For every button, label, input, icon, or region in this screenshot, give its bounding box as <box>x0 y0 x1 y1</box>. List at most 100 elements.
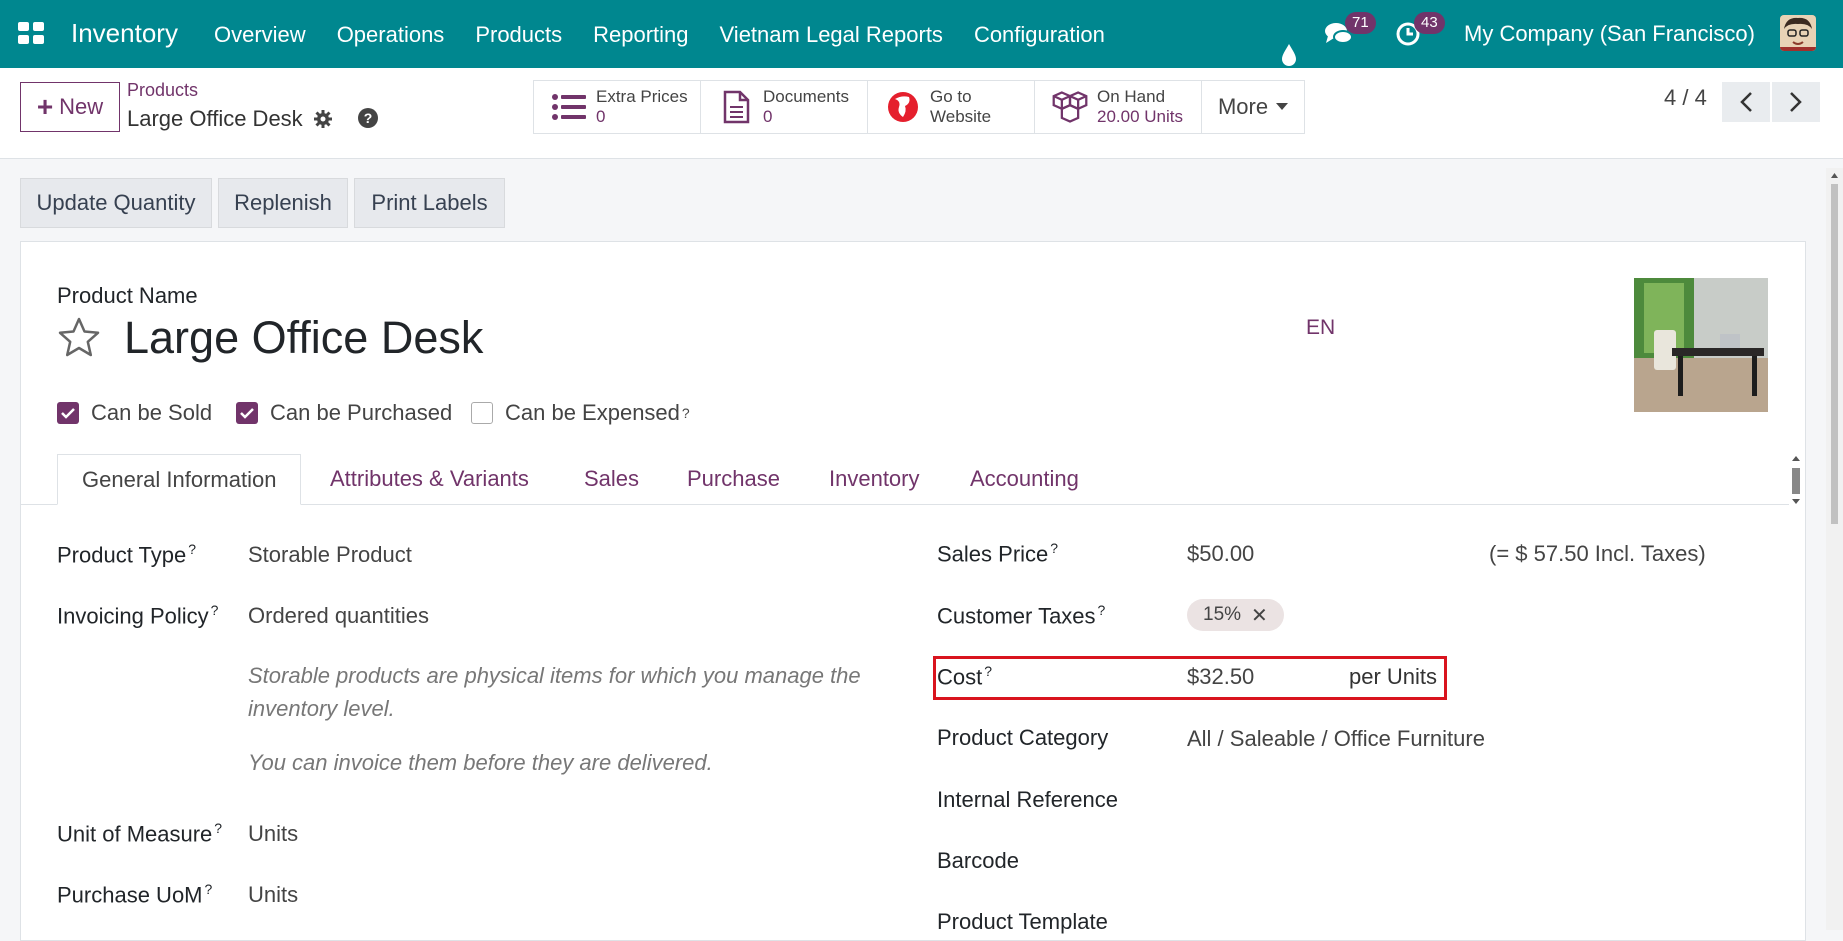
tax-tag-label: 15% <box>1203 604 1242 625</box>
extra-prices-value: 0 <box>596 107 606 126</box>
product-type-label: Product Type? <box>57 541 196 568</box>
checkbox-checked-icon <box>236 402 258 424</box>
form-sheet: Product Name Large Office Desk EN Can be… <box>20 241 1806 941</box>
sales-price-label: Sales Price? <box>937 540 1058 567</box>
help-tooltip-icon[interactable]: ? <box>205 881 213 897</box>
help-tooltip-icon[interactable]: ? <box>682 405 690 421</box>
purchase-uom-field[interactable]: Units <box>248 882 298 908</box>
pager-next[interactable] <box>1772 82 1820 122</box>
menu-overview[interactable]: Overview <box>214 22 306 48</box>
menu-operations[interactable]: Operations <box>337 22 445 48</box>
scrollbar-thumb[interactable] <box>1831 184 1838 524</box>
apps-menu-icon[interactable] <box>18 22 44 44</box>
can-be-sold-checkbox[interactable]: Can be Sold <box>57 400 212 426</box>
tab-purchase[interactable]: Purchase <box>687 454 780 504</box>
can-be-purchased-checkbox[interactable]: Can be Purchased <box>236 400 452 426</box>
on-hand-button[interactable]: On Hand 20.00 Units <box>1035 81 1202 133</box>
menu-configuration[interactable]: Configuration <box>974 22 1105 48</box>
svg-text:?: ? <box>364 110 373 126</box>
product-category-label: Product Category <box>937 725 1109 750</box>
gear-icon[interactable] <box>313 109 333 129</box>
can-be-expensed-checkbox[interactable]: Can be Expensed? <box>471 400 690 426</box>
update-quantity-button[interactable]: Update Quantity <box>20 178 212 228</box>
star-icon[interactable] <box>57 316 101 358</box>
new-button-label: New <box>59 94 104 119</box>
cost-field[interactable]: $32.50 <box>1187 664 1254 690</box>
menu-products[interactable]: Products <box>475 22 562 48</box>
tab-sales[interactable]: Sales <box>584 454 639 504</box>
documents-button[interactable]: Documents 0 <box>701 81 868 133</box>
chevron-right-icon <box>1790 92 1802 112</box>
menu-reporting[interactable]: Reporting <box>593 22 688 48</box>
product-image[interactable] <box>1634 278 1768 412</box>
product-name-field[interactable]: Large Office Desk <box>124 312 483 364</box>
globe-icon <box>884 90 922 124</box>
product-template-label: Product Template <box>937 909 1108 934</box>
tax-tag: 15% ✕ <box>1187 599 1284 631</box>
tab-accounting[interactable]: Accounting <box>970 454 1079 504</box>
documents-value: 0 <box>763 107 773 126</box>
customer-taxes-label-text: Customer Taxes <box>937 603 1096 629</box>
main-menu: Overview Operations Products Reporting V… <box>214 22 1136 48</box>
documents-label: Documents <box>763 87 849 106</box>
new-button[interactable]: + New <box>20 82 120 132</box>
sales-price-field[interactable]: $50.00 <box>1187 541 1254 567</box>
language-button[interactable]: EN <box>1306 316 1335 340</box>
sales-price-label-text: Sales Price <box>937 541 1049 567</box>
company-switcher[interactable]: My Company (San Francisco) <box>1464 21 1755 47</box>
document-icon <box>717 90 755 124</box>
go-to-website-button[interactable]: Go to Website <box>868 81 1035 133</box>
tabs-scrollbar[interactable] <box>1789 454 1803 506</box>
extra-prices-button[interactable]: Extra Prices 0 <box>534 81 701 133</box>
help-tooltip-icon[interactable]: ? <box>188 541 196 557</box>
barcode-label: Barcode <box>937 848 1019 873</box>
checkbox-checked-icon <box>57 402 79 424</box>
invoicing-policy-label-text: Invoicing Policy <box>57 603 209 629</box>
page-scrollbar[interactable] <box>1826 168 1843 930</box>
breadcrumb-current: Large Office Desk <box>127 106 303 131</box>
print-labels-button[interactable]: Print Labels <box>354 178 505 228</box>
user-avatar[interactable] <box>1780 15 1816 51</box>
on-hand-value: 20.00 Units <box>1097 107 1183 126</box>
cost-label: Cost? <box>937 663 992 690</box>
activity-count-badge: 43 <box>1414 12 1445 34</box>
checkbox-unchecked-icon <box>471 402 493 424</box>
smart-buttons: Extra Prices 0 Documents 0 Go to Website On… <box>533 80 1305 134</box>
help-tooltip-icon[interactable]: ? <box>1098 602 1106 618</box>
replenish-button[interactable]: Replenish <box>218 178 348 228</box>
caret-down-icon <box>1276 103 1289 110</box>
cost-unit-text: per Units <box>1349 664 1438 689</box>
unit-of-measure-field[interactable]: Units <box>248 821 298 847</box>
invoicing-policy-field[interactable]: Ordered quantities <box>248 603 429 629</box>
product-type-note: Storable products are physical items for… <box>248 663 861 721</box>
tab-general-information[interactable]: General Information <box>57 454 302 505</box>
website-label: Website <box>930 107 992 126</box>
help-icon[interactable]: ? <box>357 107 379 129</box>
help-tooltip-icon[interactable]: ? <box>214 820 222 836</box>
can-be-sold-label: Can be Sold <box>91 400 213 425</box>
top-navbar: Inventory Overview Operations Products R… <box>0 0 1843 68</box>
pager-previous[interactable] <box>1722 82 1770 122</box>
tab-inventory[interactable]: Inventory <box>829 454 920 504</box>
breadcrumb-products[interactable]: Products <box>127 80 198 101</box>
cubes-icon <box>1051 90 1089 124</box>
menu-vietnam-legal-reports[interactable]: Vietnam Legal Reports <box>720 22 943 48</box>
product-type-field[interactable]: Storable Product <box>248 542 412 568</box>
tab-attributes-variants[interactable]: Attributes & Variants <box>330 454 529 504</box>
unit-of-measure-label: Unit of Measure? <box>57 820 222 847</box>
help-tooltip-icon[interactable]: ? <box>211 602 219 618</box>
chat-count-badge: 71 <box>1345 12 1376 34</box>
remove-tag-icon[interactable]: ✕ <box>1251 603 1268 628</box>
help-tooltip-icon[interactable]: ? <box>984 663 992 679</box>
on-hand-label: On Hand <box>1097 87 1166 106</box>
notebook-tabs: General Information Attributes & Variant… <box>21 454 1789 505</box>
internal-reference-label: Internal Reference <box>937 787 1118 812</box>
product-category-field[interactable]: All / Saleable / Office Furniture <box>1187 726 1485 752</box>
pager-value[interactable]: 4 / 4 <box>1664 85 1707 111</box>
extra-prices-label: Extra Prices <box>596 87 688 106</box>
help-tooltip-icon[interactable]: ? <box>1050 540 1058 556</box>
app-title[interactable]: Inventory <box>71 18 178 49</box>
incl-taxes-text: (= $ 57.50 Incl. Taxes) <box>1489 541 1706 566</box>
more-dropdown[interactable]: More <box>1202 81 1304 133</box>
cost-label-text: Cost <box>937 664 983 690</box>
